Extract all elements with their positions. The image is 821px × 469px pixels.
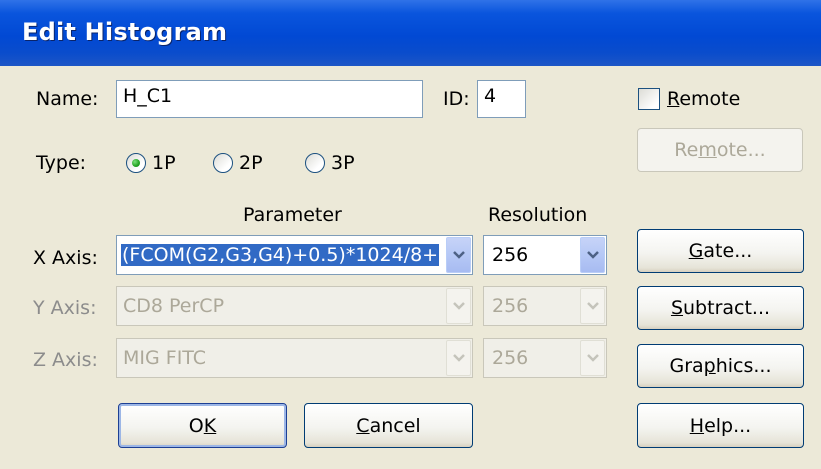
chevron-down-icon[interactable] [446, 340, 471, 376]
graphics-button[interactable]: Gra p hics... [637, 344, 804, 388]
y-axis-label: Y Axis: [33, 297, 97, 319]
z-axis-resolution-select[interactable]: 256 [483, 338, 607, 378]
ok-button[interactable]: OK [118, 403, 287, 448]
chevron-down-icon[interactable] [446, 288, 471, 324]
type-1p-radio[interactable] [126, 153, 146, 173]
type-3p-label[interactable]: 3P [331, 152, 355, 174]
chevron-down-icon[interactable] [580, 340, 605, 376]
subtract-button[interactable]: Subtract... [637, 286, 804, 330]
y-axis-parameter-value: CD8 PerCP [123, 295, 225, 317]
x-axis-parameter-select[interactable]: (FCOM(G2,G3,G4)+0.5)*1024/8+ [116, 235, 473, 275]
type-1p-label[interactable]: 1P [152, 152, 176, 174]
parameter-header: Parameter [243, 204, 342, 226]
type-2p-radio[interactable] [213, 153, 233, 173]
y-axis-resolution-select[interactable]: 256 [483, 286, 607, 326]
radio-selected-dot [132, 159, 140, 167]
y-axis-resolution-value: 256 [492, 295, 529, 317]
type-2p-label[interactable]: 2P [239, 152, 263, 174]
z-axis-label: Z Axis: [33, 349, 98, 371]
remote-checkbox-label[interactable]: Remote [667, 88, 740, 110]
y-axis-parameter-select[interactable]: CD8 PerCP [116, 286, 473, 326]
x-axis-label: X Axis: [33, 247, 98, 269]
type-3p-radio[interactable] [305, 153, 325, 173]
gate-button[interactable]: Gate... [637, 229, 804, 273]
name-label: Name: [36, 88, 99, 110]
help-button[interactable]: Help... [637, 403, 804, 448]
x-axis-resolution-select[interactable]: 256 [483, 235, 607, 275]
title-bar[interactable]: Edit Histogram [0, 0, 821, 66]
remote-checkbox[interactable] [638, 88, 660, 110]
window-title: Edit Histogram [22, 18, 228, 46]
cancel-button[interactable]: Cancel [304, 403, 473, 448]
type-label: Type: [36, 152, 87, 174]
x-axis-parameter-value: (FCOM(G2,G3,G4)+0.5)*1024/8+ [121, 244, 439, 266]
z-axis-resolution-value: 256 [492, 347, 529, 369]
chevron-down-icon[interactable] [446, 237, 471, 273]
id-field[interactable]: 4 [477, 80, 526, 118]
x-axis-resolution-value: 256 [492, 244, 529, 266]
resolution-header: Resolution [488, 204, 588, 226]
id-label: ID: [443, 88, 470, 110]
chevron-down-icon[interactable] [580, 237, 605, 273]
chevron-down-icon[interactable] [580, 288, 605, 324]
z-axis-parameter-value: MIG FITC [123, 347, 207, 369]
remote-button[interactable]: Re m ote... [637, 128, 803, 172]
z-axis-parameter-select[interactable]: MIG FITC [116, 338, 473, 378]
name-field[interactable]: H_C1 [116, 80, 423, 118]
